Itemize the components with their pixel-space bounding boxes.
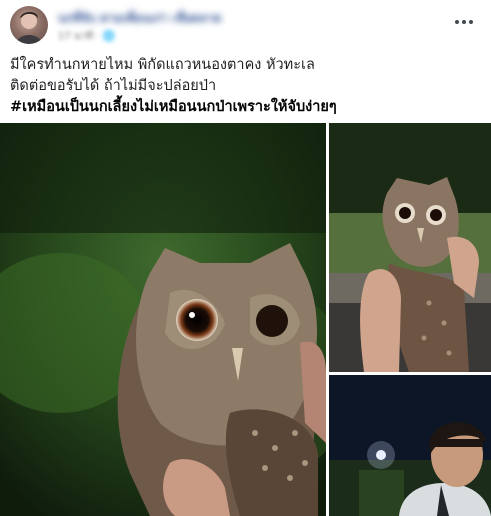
owl-in-hand-image <box>329 123 491 372</box>
more-horizontal-icon <box>455 20 459 24</box>
author-name[interactable]: นกที่จับ ตามเพื่อนเก่า เชื่อตลาด <box>58 9 228 23</box>
post-text-line: มีใครทำนกหายไหม พิกัดแถวหนองตาคง หัวทะเล <box>10 57 315 73</box>
avatar-image <box>16 12 42 44</box>
post-text-line: ติดต่อขอรับได้ ถ้าไม่มีจะปล่อยป่า <box>10 78 217 94</box>
hashtag-link[interactable]: #เหมือนเป็นนกเลี้ยงไม่เหมือนนกป่าเพราะให… <box>10 97 480 118</box>
post-timestamp[interactable]: 17 นาที · 🌐 <box>58 29 115 42</box>
author-avatar[interactable] <box>10 6 48 44</box>
person-night-image <box>329 375 491 516</box>
post-photo-owl-closeup[interactable] <box>0 123 326 516</box>
post-body: มีใครทำนกหายไหม พิกัดแถวหนองตาคง หัวทะเล… <box>10 55 480 118</box>
more-horizontal-icon-dot <box>469 20 473 24</box>
post-header: นกที่จับ ตามเพื่อนเก่า เชื่อตลาด 17 นาที… <box>0 0 491 46</box>
more-horizontal-icon-dot <box>462 20 466 24</box>
post-photo-owl-in-hand[interactable] <box>329 123 491 372</box>
owl-closeup-image <box>0 123 326 516</box>
post-photo-person-night[interactable] <box>329 375 491 516</box>
more-options-button[interactable] <box>451 12 477 32</box>
